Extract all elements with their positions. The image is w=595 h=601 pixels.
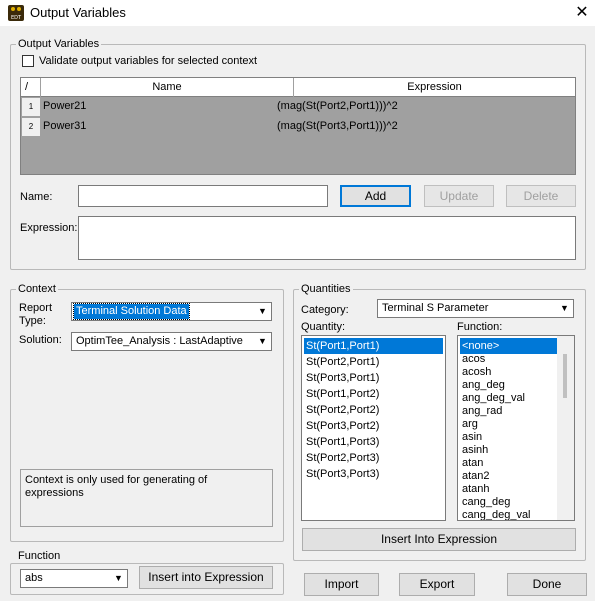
context-info-text: Context is only used for generating of e… [25,474,208,499]
delete-button[interactable]: Delete [506,185,576,207]
column-header-expression[interactable]: Expression [294,78,575,97]
table-row[interactable]: 2 Power31 (mag(St(Port3,Port1)))^2 [21,117,575,137]
row-expression: (mag(St(Port3,Port1)))^2 [277,120,398,132]
list-item[interactable]: St(Port2,Port2) [304,402,379,418]
list-item[interactable]: St(Port2,Port3) [304,450,379,466]
function-list[interactable]: <none> acos acosh ang_deg ang_deg_val an… [457,335,575,521]
chevron-down-icon[interactable]: ▼ [557,301,572,316]
add-button[interactable]: Add [340,185,411,207]
insert-into-expression-button[interactable]: Insert Into Expression [302,528,576,551]
context-info-box: Context is only used for generating of e… [20,469,273,527]
function-select[interactable]: abs ▼ [20,569,128,588]
chevron-down-icon[interactable]: ▼ [255,334,270,349]
name-label: Name: [20,191,53,203]
row-name: Power21 [43,100,87,112]
solution-value: OptimTee_Analysis : LastAdaptive [76,335,243,347]
list-item[interactable]: St(Port3,Port2) [304,418,379,434]
app-icon: EDT [8,5,24,21]
function-value: abs [25,572,43,584]
export-button[interactable]: Export [399,573,475,596]
report-type-select[interactable]: Terminal Solution Data ▼ [71,302,272,321]
function-group-label: Function [16,550,63,562]
output-variables-group-label: Output Variables [16,38,102,50]
validate-label: Validate output variables for selected c… [39,55,258,67]
function-list-scrollbar[interactable] [557,336,574,520]
row-number: 2 [21,117,41,137]
solution-select[interactable]: OptimTee_Analysis : LastAdaptive ▼ [71,332,272,351]
quantity-label: Quantity: [301,321,346,333]
category-select[interactable]: Terminal S Parameter ▼ [377,299,574,318]
list-item[interactable]: St(Port2,Port1) [304,354,379,370]
quantity-list[interactable]: St(Port1,Port1) St(Port2,Port1) St(Port3… [301,335,446,521]
list-item[interactable]: St(Port1,Port3) [304,434,379,450]
close-icon[interactable]: ✕ [574,2,590,22]
done-button[interactable]: Done [507,573,587,596]
row-number: 1 [21,97,41,117]
list-item[interactable]: cang_deg_val [460,507,531,520]
context-group-label: Context [16,283,58,295]
function-insert-button[interactable]: Insert into Expression [139,566,273,589]
solution-label: Solution: [19,334,62,346]
list-item[interactable]: St(Port3,Port3) [304,466,379,482]
list-item[interactable]: St(Port3,Port1) [304,370,379,386]
name-input[interactable] [78,185,328,207]
table-row[interactable]: 1 Power21 (mag(St(Port2,Port1)))^2 [21,97,575,117]
column-header-sort[interactable]: / [21,78,41,97]
column-header-name[interactable]: Name [41,78,294,97]
table-header: / Name Expression [21,78,575,97]
window-title: Output Variables [30,5,126,20]
row-expression: (mag(St(Port2,Port1)))^2 [277,100,398,112]
expression-label: Expression: [20,222,78,234]
update-button[interactable]: Update [424,185,494,207]
list-item[interactable]: St(Port1,Port2) [304,386,379,402]
category-label: Category: [301,304,349,316]
title-bar: EDT Output Variables ✕ [0,0,595,26]
list-item[interactable]: St(Port1,Port1) [304,338,443,354]
report-type-label: Report Type: [19,302,53,327]
import-button[interactable]: Import [304,573,379,596]
validate-checkbox[interactable] [22,55,34,67]
row-name: Power31 [43,120,87,132]
expression-input[interactable] [78,216,576,260]
scrollbar-thumb[interactable] [563,354,567,398]
chevron-down-icon[interactable]: ▼ [111,571,126,586]
chevron-down-icon[interactable]: ▼ [255,304,270,319]
output-variables-table: / Name Expression 1 Power21 (mag(St(Port… [20,77,576,175]
report-type-value: Terminal Solution Data [73,303,190,320]
function-list-label: Function: [457,321,503,333]
category-value: Terminal S Parameter [382,302,489,314]
quantities-group-label: Quantities [299,283,353,295]
